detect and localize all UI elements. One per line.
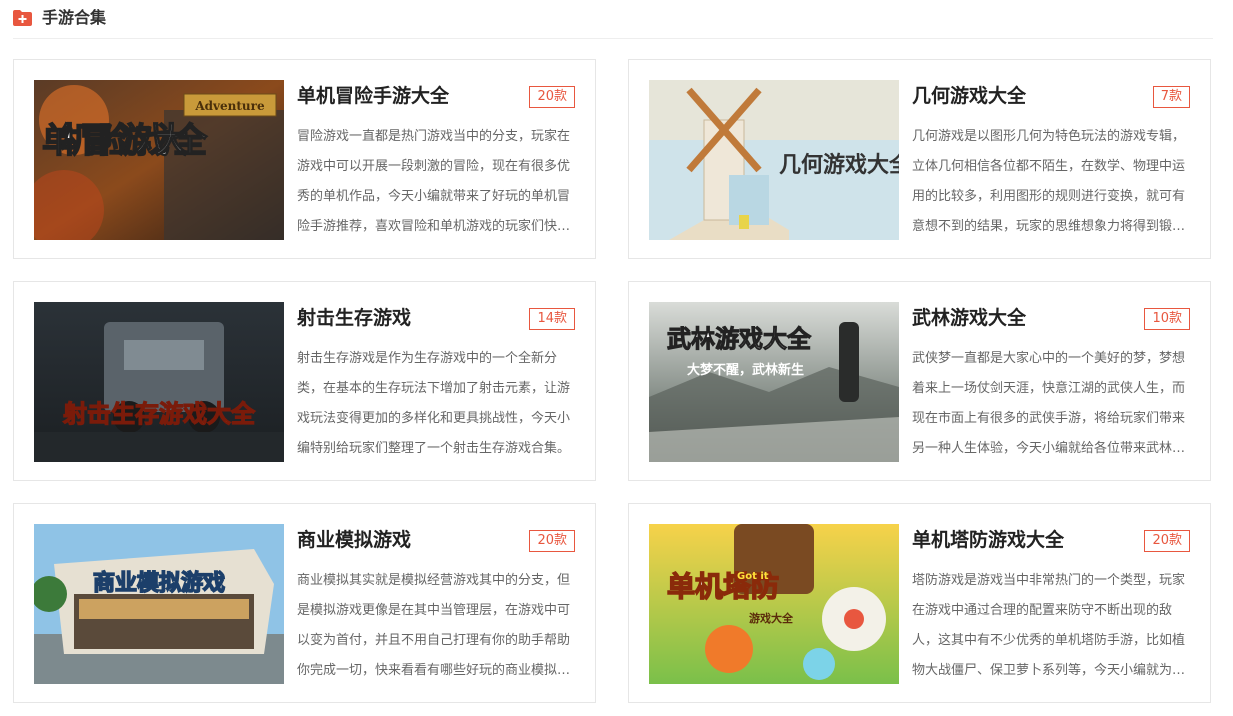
count-badge: 20款	[529, 86, 575, 108]
section-header: 手游合集	[13, 0, 1213, 39]
card-description: 商业模拟其实就是模拟经营游戏其中的分支，但是模拟游戏更像是在其中当管理层，在游戏…	[297, 573, 571, 678]
card-title[interactable]: 单机塔防游戏大全	[912, 526, 1064, 554]
thumbnail-caption: 射击生存游戏大全	[62, 400, 256, 428]
folder-plus-icon	[13, 10, 32, 26]
card-title[interactable]: 几何游戏大全	[912, 82, 1026, 110]
count-badge: 14款	[529, 308, 575, 330]
collection-card-adventure[interactable]: Adventure 单机冒险游戏大全 单机冒险手游大全 20款 冒险游戏一直都是…	[13, 59, 596, 259]
card-description: 几何游戏是以图形几何为特色玩法的游戏专辑，立体几何相信各位都不陌生，在数学、物理…	[912, 129, 1186, 234]
card-description: 塔防游戏是游戏当中非常热门的一个类型，玩家在游戏中通过合理的配置来防守不断出现的…	[912, 573, 1186, 678]
collection-card-geometry[interactable]: 几何游戏大全 几何游戏大全 7款 几何游戏是以图形几何为特色玩法的游戏专辑，立体…	[628, 59, 1211, 259]
thumbnail-caption: 单机冒险游戏大全	[42, 121, 208, 161]
thumbnail-caption: 几何游戏大全	[779, 152, 899, 178]
card-thumbnail[interactable]: 单机塔防 Got it 游戏大全	[649, 524, 899, 684]
thumbnail-caption: 武林游戏大全	[667, 325, 812, 353]
card-thumbnail[interactable]: Adventure 单机冒险游戏大全	[34, 80, 284, 240]
count-badge: 20款	[529, 530, 575, 552]
thumbnail-caption: 商业模拟游戏	[93, 570, 225, 596]
thumbnail-subcaption: 大梦不醒，武林新生	[687, 362, 804, 378]
card-title[interactable]: 商业模拟游戏	[297, 526, 411, 554]
card-thumbnail[interactable]: 射击生存游戏大全	[34, 302, 284, 462]
card-description: 射击生存游戏是作为生存游戏中的一个全新分类，在基本的生存玩法下增加了射击元素，让…	[297, 351, 571, 456]
card-description: 冒险游戏一直都是热门游戏当中的分支，玩家在游戏中可以开展一段刺激的冒险，现在有很…	[297, 129, 571, 234]
section-title: 手游合集	[42, 8, 107, 27]
count-badge: 7款	[1152, 86, 1190, 108]
collection-card-business-sim[interactable]: 商业模拟游戏 商业模拟游戏 20款 商业模拟其实就是模拟经营游戏其中的分支，但是…	[13, 503, 596, 703]
thumbnail-badge: Got it	[737, 571, 769, 582]
card-title[interactable]: 射击生存游戏	[297, 304, 411, 332]
svg-text:Adventure: Adventure	[194, 99, 265, 113]
card-title[interactable]: 武林游戏大全	[912, 304, 1026, 332]
card-thumbnail[interactable]: 武林游戏大全 大梦不醒，武林新生	[649, 302, 899, 462]
collection-card-wulin[interactable]: 武林游戏大全 大梦不醒，武林新生 武林游戏大全 10款 武侠梦一直都是大家心中的…	[628, 281, 1211, 481]
card-thumbnail[interactable]: 商业模拟游戏	[34, 524, 284, 684]
count-badge: 10款	[1144, 308, 1190, 330]
card-thumbnail[interactable]: 几何游戏大全	[649, 80, 899, 240]
card-title[interactable]: 单机冒险手游大全	[297, 82, 449, 110]
thumbnail-subcaption: 游戏大全	[749, 611, 794, 625]
count-badge: 20款	[1144, 530, 1190, 552]
collection-card-shooter-survival[interactable]: 射击生存游戏大全 射击生存游戏 14款 射击生存游戏是作为生存游戏中的一个全新分…	[13, 281, 596, 481]
collection-card-tower-defense[interactable]: 单机塔防 Got it 游戏大全 单机塔防游戏大全 20款 塔防游戏是游戏当中非…	[628, 503, 1211, 703]
card-description: 武侠梦一直都是大家心中的一个美好的梦，梦想着来上一场仗剑天涯，快意江湖的武侠人生…	[912, 351, 1186, 456]
